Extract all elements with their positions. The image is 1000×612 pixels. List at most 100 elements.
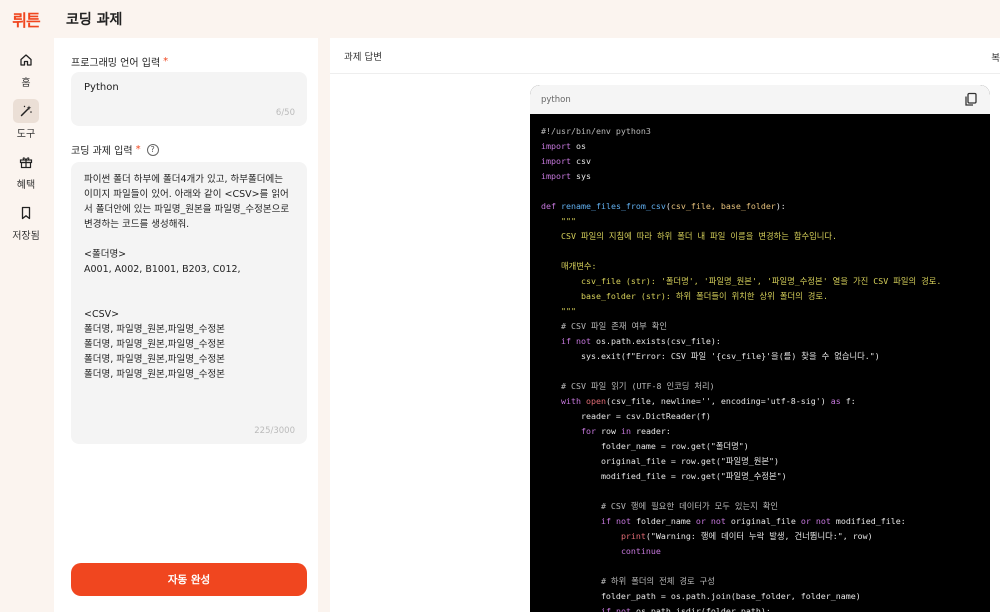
sidebar-item-label: 혜택: [16, 180, 36, 191]
language-label-text: 프로그래밍 언어 입력: [71, 58, 161, 69]
code-token: """: [541, 216, 576, 226]
code-token: sys.exit(f"Error: CSV 파일 '{csv_file}'을(를…: [541, 351, 880, 361]
help-icon[interactable]: ?: [146, 143, 159, 156]
code-token: 매개변수:: [541, 261, 597, 271]
code-token: os.path.exists(csv_file):: [590, 336, 721, 346]
copy-icon[interactable]: [964, 92, 978, 107]
code-line: """: [541, 214, 979, 229]
code-token: with: [560, 396, 581, 406]
home-icon: [13, 48, 39, 72]
code-token: or: [695, 516, 706, 526]
code-line: modified_file = row.get("파일명_수정본"): [541, 469, 979, 484]
code-line: sys.exit(f"Error: CSV 파일 '{csv_file}'을(를…: [541, 349, 979, 364]
code-line: if not folder_name or not original_file …: [541, 514, 979, 529]
code-line: CSV 파일의 지침에 따라 하위 폴더 내 파일 이름을 변경하는 함수입니다…: [541, 229, 979, 244]
code-token: (csv_file, newline='', encoding='utf-8-s…: [605, 396, 831, 406]
task-char-counter: 225/3000: [254, 426, 295, 436]
code-block: python #!/usr/bin/env python3 import os im…: [530, 85, 990, 612]
code-token: folder_name: [630, 516, 696, 526]
code-token: ):: [775, 201, 786, 211]
code-line: folder_name = row.get("폴더명"): [541, 439, 979, 454]
code-line: folder_path = os.path.join(base_folder, …: [541, 589, 979, 604]
code-token: os.path.isdir(folder_path):: [630, 606, 771, 612]
auto-complete-button[interactable]: 자동 완성: [71, 563, 307, 596]
code-token: open: [585, 396, 606, 406]
gift-icon: [13, 150, 39, 174]
sidebar-item-home[interactable]: 홈: [0, 48, 52, 89]
sidebar-item-tools[interactable]: 도구: [0, 99, 52, 140]
code-line: import os: [541, 139, 979, 154]
code-token: as: [830, 396, 841, 406]
code-token: csv_file (str): '폴더명', '파일명_원본', '파일명_수정…: [541, 276, 942, 286]
code-token: """: [541, 306, 576, 316]
code-token: reader:: [630, 426, 671, 436]
task-form-panel: 프로그래밍 언어 입력 * Python 6/50 코딩 과제 입력 * ? 파…: [54, 38, 318, 612]
code-line: 매개변수:: [541, 259, 979, 274]
code-line: def rename_files_from_csv(csv_file, base…: [541, 199, 979, 214]
task-textarea[interactable]: 파이썬 폴더 하부에 폴더4개가 있고, 하부폴더에는 이미지 파일들이 있어.…: [71, 162, 307, 444]
bookmark-icon: [13, 201, 39, 225]
code-line: reader = csv.DictReader(f): [541, 409, 979, 424]
code-token: rename_files_from_csv: [561, 201, 666, 211]
code-token: csv_file, base_folder: [670, 201, 776, 211]
code-token: base_folder (str): 하위 폴더들이 위치한 상위 폴더의 경로…: [541, 291, 828, 301]
code-line: import csv: [541, 154, 979, 169]
code-token: # CSV 행에 필요한 데이터가 모두 있는지 확인: [541, 501, 779, 511]
code-token: not: [815, 516, 831, 526]
code-token: not: [615, 606, 631, 612]
code-line: print("Warning: 행에 데이터 누락 발생, 건너뜁니다:", r…: [541, 529, 979, 544]
code-token: continue: [620, 546, 661, 556]
top-bar: 뤼튼 코딩 과제: [0, 0, 1000, 38]
language-field-label: 프로그래밍 언어 입력 *: [71, 54, 168, 69]
code-token: # CSV 파일 읽기 (UTF-8 인코딩 처리): [541, 381, 715, 391]
code-token: sys: [570, 171, 591, 181]
code-token: row: [595, 426, 621, 436]
code-token: #!/usr/bin/env python3: [541, 126, 651, 136]
task-textarea-value: 파이썬 폴더 하부에 폴더4개가 있고, 하부폴더에는 이미지 파일들이 있어.…: [84, 174, 290, 380]
code-block-header: python: [530, 85, 990, 114]
copy-all-button[interactable]: 복: [991, 50, 1000, 64]
code-line: # CSV 파일 읽기 (UTF-8 인코딩 처리): [541, 379, 979, 394]
code-token: not: [615, 516, 631, 526]
code-token: if: [600, 606, 611, 612]
code-line: base_folder (str): 하위 폴더들이 위치한 상위 폴더의 경로…: [541, 289, 979, 304]
code-token: or: [800, 516, 811, 526]
answer-panel: 과제 답변 복 python #!/usr/bin/env python3 imp…: [330, 38, 1000, 612]
code-token: ("Warning: 행에 데이터 누락 발생, 건너뜁니다:", row): [645, 531, 873, 541]
code-token: import: [541, 156, 571, 166]
code-line: import sys: [541, 169, 979, 184]
code-token: not: [710, 516, 726, 526]
sidebar-item-benefits[interactable]: 혜택: [0, 150, 52, 191]
sidebar-item-label: 저장됨: [12, 231, 40, 242]
code-token: folder_name = row.get("폴더명"): [541, 441, 749, 451]
code-token: modified_file:: [830, 516, 906, 526]
sidebar-nav: 홈 도구 혜택 저장됨: [0, 38, 52, 612]
code-line: if not os.path.exists(csv_file):: [541, 334, 979, 349]
code-token: def: [541, 201, 556, 211]
code-token: import: [541, 141, 571, 151]
language-input-value: Python: [84, 82, 119, 93]
task-field-label: 코딩 과제 입력 * ?: [71, 142, 159, 157]
code-token: original_file: [725, 516, 801, 526]
page-title: 코딩 과제: [66, 12, 123, 28]
app-logo[interactable]: 뤼튼: [0, 7, 52, 31]
code-line: #!/usr/bin/env python3: [541, 124, 979, 139]
sidebar-item-saved[interactable]: 저장됨: [0, 201, 52, 242]
answer-header: 과제 답변 복: [330, 38, 1000, 74]
language-input[interactable]: Python 6/50: [71, 72, 307, 126]
code-line: # 하위 폴더의 전체 경로 구성: [541, 574, 979, 589]
code-line: continue: [541, 544, 979, 559]
code-token: in: [620, 426, 631, 436]
code-line: csv_file (str): '폴더명', '파일명_원본', '파일명_수정…: [541, 274, 979, 289]
code-token: original_file = row.get("파일명_원본"): [541, 456, 779, 466]
code-token: if: [600, 516, 611, 526]
code-line: for row in reader:: [541, 424, 979, 439]
